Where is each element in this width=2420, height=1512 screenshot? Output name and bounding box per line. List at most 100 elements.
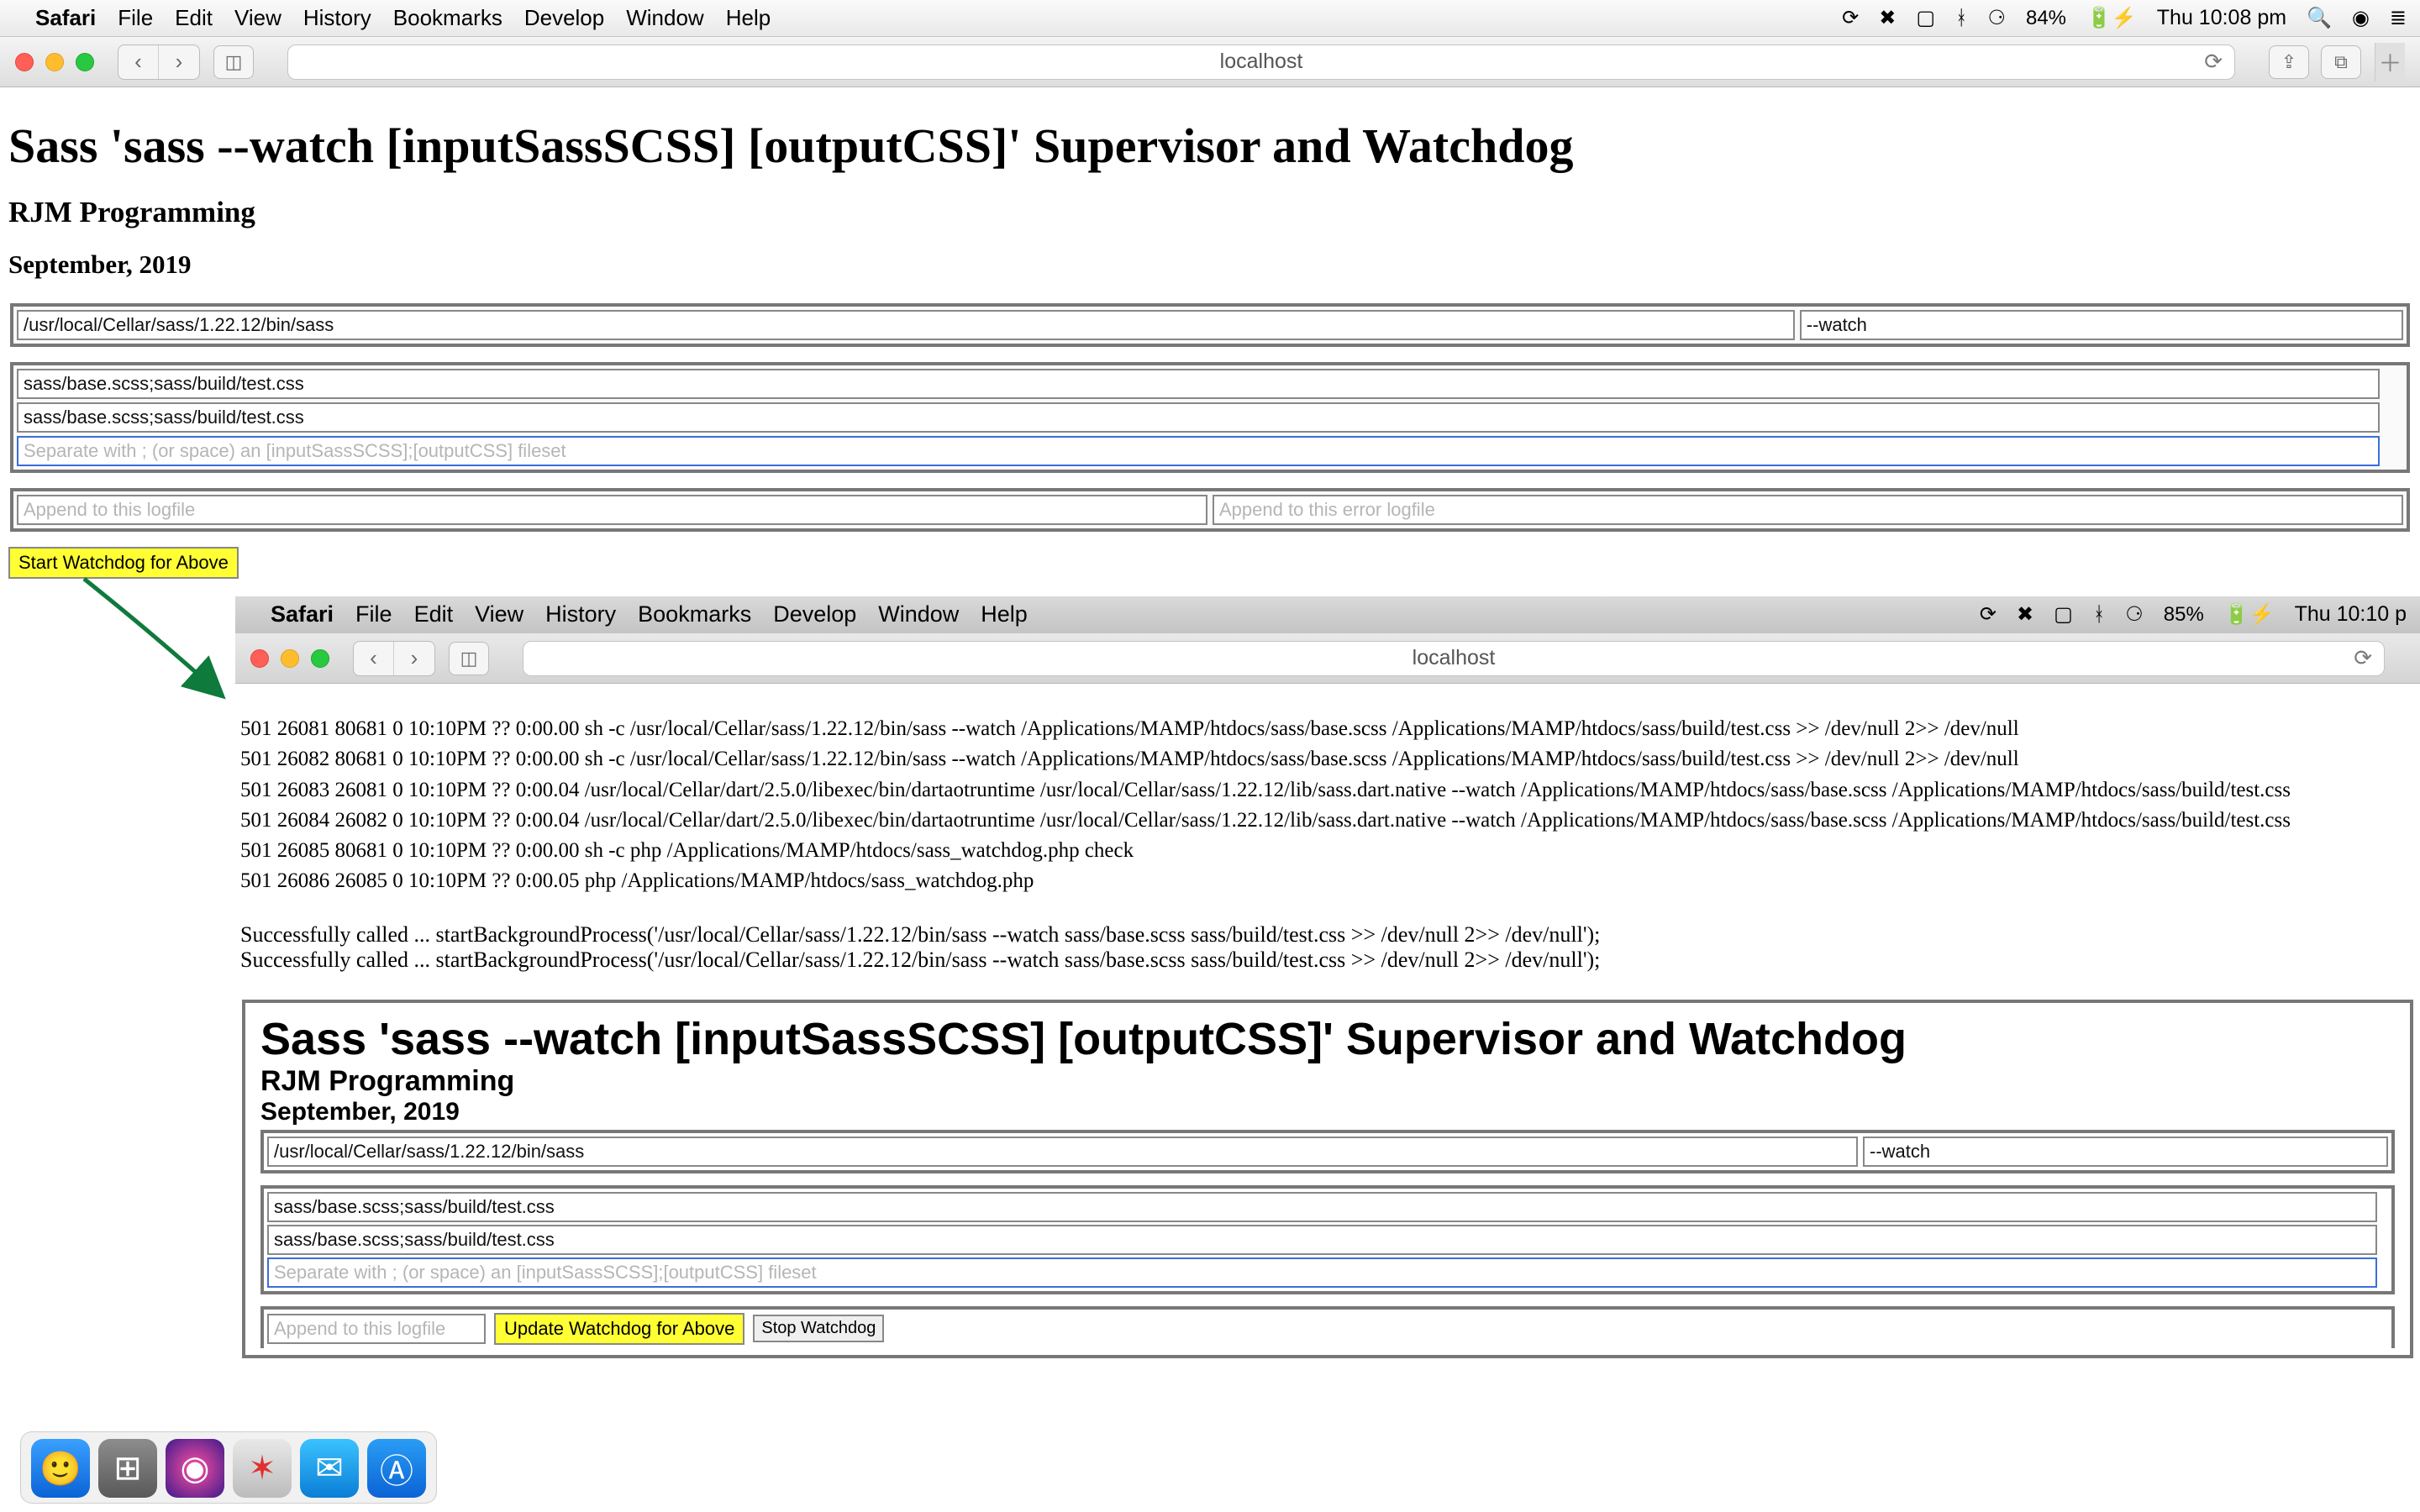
logfiles-fieldset: Append to this logfile Append to this er… bbox=[10, 488, 2410, 532]
menu-view[interactable]: View bbox=[234, 5, 281, 31]
sidebar-toggle-button[interactable]: ◫ bbox=[213, 45, 254, 79]
page-title: Sass 'sass --watch [inputSassSCSS] [outp… bbox=[260, 1013, 2395, 1065]
forward-button[interactable]: › bbox=[159, 45, 199, 79]
address-bar[interactable]: localhost ⟳ bbox=[287, 45, 2235, 80]
battery-charging-icon[interactable]: 🔋⚡ bbox=[2224, 602, 2275, 627]
menu-extra-icon[interactable]: ⟳ bbox=[1980, 602, 1996, 627]
notification-center-icon[interactable]: ≣ bbox=[2390, 6, 2407, 30]
minimize-window-button[interactable] bbox=[45, 53, 64, 71]
page-author: RJM Programming bbox=[8, 196, 2412, 229]
menu-help[interactable]: Help bbox=[726, 5, 771, 31]
menu-develop[interactable]: Develop bbox=[773, 601, 856, 627]
wifi-icon[interactable]: ⚆ bbox=[2125, 602, 2144, 627]
menu-history[interactable]: History bbox=[303, 5, 371, 31]
dock-mail-icon[interactable]: ✉ bbox=[300, 1439, 359, 1498]
menu-bookmarks[interactable]: Bookmarks bbox=[638, 601, 751, 627]
menubar-clock[interactable]: Thu 10:10 p bbox=[2295, 602, 2407, 627]
close-window-button[interactable] bbox=[250, 649, 269, 668]
filesets-fieldset: sass/base.scss;sass/build/test.css sass/… bbox=[260, 1185, 2395, 1294]
window-controls bbox=[250, 649, 329, 668]
fileset-input-new[interactable]: Separate with ; (or space) an [inputSass… bbox=[267, 1257, 2377, 1288]
fileset-input-new[interactable]: Separate with ; (or space) an [inputSass… bbox=[17, 436, 2380, 466]
bluetooth-icon[interactable]: ᚼ bbox=[2093, 603, 2105, 627]
page-date: September, 2019 bbox=[260, 1098, 2395, 1126]
watch-flag-input[interactable]: --watch bbox=[1863, 1137, 2388, 1167]
menu-extra-icon[interactable]: ✖ bbox=[2017, 602, 2033, 627]
siri-icon[interactable]: ◉ bbox=[2352, 6, 2370, 30]
fileset-input-2[interactable]: sass/base.scss;sass/build/test.css bbox=[267, 1225, 2377, 1255]
page-title: Sass 'sass --watch [inputSassSCSS] [outp… bbox=[8, 118, 2412, 174]
back-button[interactable]: ‹ bbox=[354, 642, 394, 675]
battery-percent: 85% bbox=[2164, 603, 2204, 627]
sidebar-toggle-button[interactable]: ◫ bbox=[449, 642, 489, 675]
ps-line: 501 26082 80681 0 10:10PM ?? 0:00.00 sh … bbox=[240, 744, 2420, 774]
address-bar[interactable]: localhost ⟳ bbox=[523, 641, 2385, 676]
fileset-input-2[interactable]: sass/base.scss;sass/build/test.css bbox=[17, 402, 2380, 433]
fileset-input-1[interactable]: sass/base.scss;sass/build/test.css bbox=[267, 1192, 2377, 1222]
forward-button[interactable]: › bbox=[394, 642, 434, 675]
sass-path-fieldset: /usr/local/Cellar/sass/1.22.12/bin/sass … bbox=[10, 303, 2410, 347]
app-name[interactable]: Safari bbox=[271, 601, 334, 627]
fileset-input-1[interactable]: sass/base.scss;sass/build/test.css bbox=[17, 369, 2380, 399]
url-text: localhost bbox=[1220, 50, 1303, 74]
embedded-page: Sass 'sass --watch [inputSassSCSS] [outp… bbox=[242, 1000, 2413, 1358]
update-watchdog-button[interactable]: Update Watchdog for Above bbox=[494, 1313, 744, 1345]
menu-edit[interactable]: Edit bbox=[175, 5, 213, 31]
stop-watchdog-button[interactable]: Stop Watchdog bbox=[753, 1315, 884, 1342]
sass-path-fieldset: /usr/local/Cellar/sass/1.22.12/bin/sass … bbox=[260, 1130, 2395, 1173]
zoom-window-button[interactable] bbox=[311, 649, 329, 668]
logfile-input[interactable]: Append to this logfile bbox=[267, 1314, 486, 1344]
airplay-icon[interactable]: ▢ bbox=[2054, 602, 2073, 627]
safari-toolbar-inner: ‹ › ◫ localhost ⟳ bbox=[235, 633, 2420, 684]
app-name[interactable]: Safari bbox=[35, 5, 96, 31]
wifi-icon[interactable]: ⚆ bbox=[1987, 6, 2006, 30]
menubar-clock[interactable]: Thu 10:08 pm bbox=[2157, 6, 2286, 30]
safari-toolbar-outer: ‹ › ◫ localhost ⟳ ⇪ ⧉ ＋ bbox=[0, 37, 2420, 87]
error-logfile-input[interactable]: Append to this error logfile bbox=[1213, 495, 2403, 525]
macos-menubar-inner: Safari File Edit View History Bookmarks … bbox=[235, 596, 2420, 633]
macos-dock: 🙂 ⊞ ◉ ✶ ✉ Ⓐ bbox=[20, 1431, 437, 1504]
new-tab-button[interactable]: ＋ bbox=[2375, 43, 2405, 81]
share-button[interactable]: ⇪ bbox=[2269, 45, 2309, 79]
filesets-fieldset: sass/base.scss;sass/build/test.css sass/… bbox=[10, 362, 2410, 473]
bluetooth-icon[interactable]: ᚼ bbox=[1955, 7, 1967, 30]
menu-file[interactable]: File bbox=[355, 601, 392, 627]
ps-line: 501 26086 26085 0 10:10PM ?? 0:00.05 php… bbox=[240, 866, 2420, 896]
sass-binary-input[interactable]: /usr/local/Cellar/sass/1.22.12/bin/sass bbox=[267, 1137, 1858, 1167]
menu-develop[interactable]: Develop bbox=[524, 5, 604, 31]
menu-extra-icon[interactable]: ⟳ bbox=[1842, 6, 1859, 30]
dock-appstore-icon[interactable]: Ⓐ bbox=[367, 1439, 426, 1498]
success-line: Successfully called ... startBackgroundP… bbox=[240, 922, 2420, 948]
reload-icon[interactable]: ⟳ bbox=[2354, 645, 2372, 671]
minimize-window-button[interactable] bbox=[281, 649, 299, 668]
sass-binary-input[interactable]: /usr/local/Cellar/sass/1.22.12/bin/sass bbox=[17, 310, 1795, 340]
ps-line: 501 26081 80681 0 10:10PM ?? 0:00.00 sh … bbox=[240, 714, 2420, 744]
airplay-icon[interactable]: ▢ bbox=[1916, 6, 1935, 30]
spotlight-icon[interactable]: 🔍 bbox=[2307, 6, 2332, 30]
reload-icon[interactable]: ⟳ bbox=[2204, 49, 2223, 75]
url-text: localhost bbox=[1413, 646, 1496, 670]
menu-help[interactable]: Help bbox=[981, 601, 1028, 627]
dock-safari-icon[interactable]: ✶ bbox=[233, 1439, 292, 1498]
nested-screenshot: Safari File Edit View History Bookmarks … bbox=[235, 596, 2420, 1358]
menu-bookmarks[interactable]: Bookmarks bbox=[393, 5, 502, 31]
close-window-button[interactable] bbox=[15, 53, 34, 71]
menu-file[interactable]: File bbox=[118, 5, 153, 31]
logfile-input[interactable]: Append to this logfile bbox=[17, 495, 1207, 525]
zoom-window-button[interactable] bbox=[76, 53, 94, 71]
dock-launchpad-icon[interactable]: ⊞ bbox=[98, 1439, 157, 1498]
menu-extra-icon[interactable]: ✖ bbox=[1879, 6, 1896, 30]
dock-siri-icon[interactable]: ◉ bbox=[166, 1439, 224, 1498]
dock-finder-icon[interactable]: 🙂 bbox=[31, 1439, 90, 1498]
menu-window[interactable]: Window bbox=[626, 5, 703, 31]
watch-flag-input[interactable]: --watch bbox=[1800, 310, 2403, 340]
ps-line: 501 26083 26081 0 10:10PM ?? 0:00.04 /us… bbox=[240, 775, 2420, 806]
battery-charging-icon[interactable]: 🔋⚡ bbox=[2086, 6, 2137, 30]
menu-view[interactable]: View bbox=[475, 601, 523, 627]
back-button[interactable]: ‹ bbox=[118, 45, 159, 79]
menu-history[interactable]: History bbox=[545, 601, 616, 627]
menu-edit[interactable]: Edit bbox=[414, 601, 454, 627]
menu-window[interactable]: Window bbox=[878, 601, 959, 627]
show-tabs-button[interactable]: ⧉ bbox=[2321, 45, 2361, 79]
window-controls bbox=[15, 53, 94, 71]
